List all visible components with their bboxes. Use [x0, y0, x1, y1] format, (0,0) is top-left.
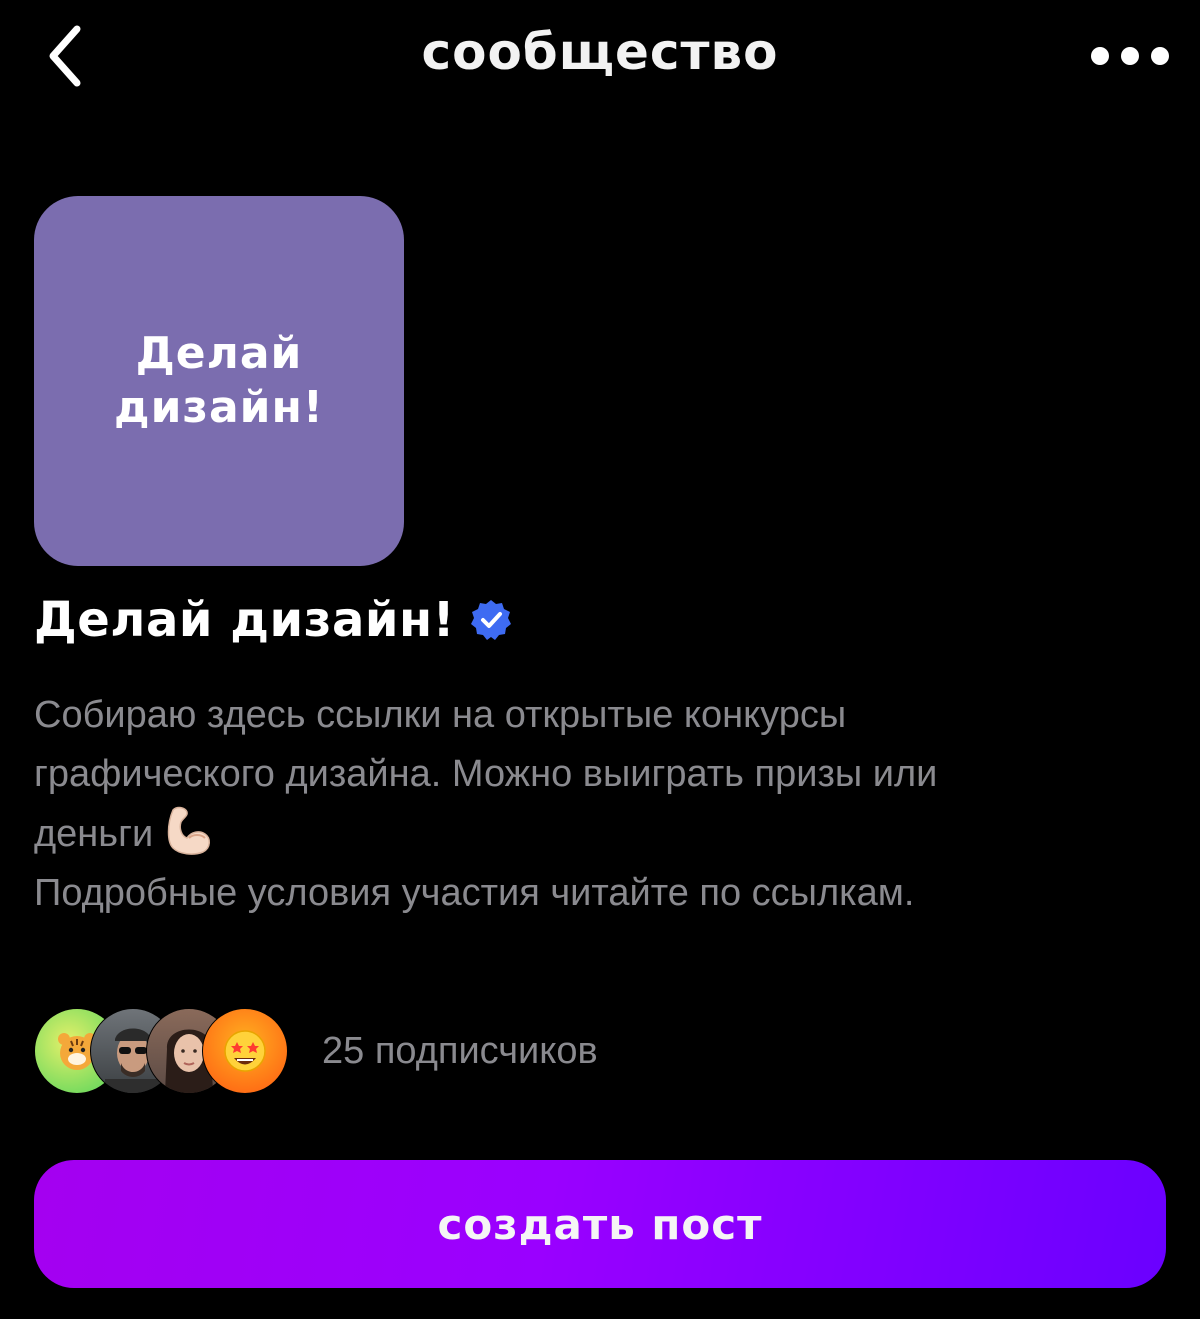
- flexed-biceps-icon: [167, 806, 211, 855]
- more-options-button[interactable]: [1080, 28, 1180, 84]
- star-struck-emoji-icon: [224, 1030, 266, 1072]
- description-line: графического дизайна. Можно выиграть при…: [34, 753, 938, 795]
- community-name: Делай дизайн!: [34, 592, 456, 648]
- description-line: Собираю здесь ссылки на открытые конкурс…: [34, 694, 847, 736]
- subscribers-row[interactable]: 25 подписчиков: [34, 1008, 598, 1094]
- community-cover-image[interactable]: Делай дизайн!: [34, 196, 404, 566]
- community-name-row: Делай дизайн!: [34, 588, 513, 652]
- cover-text-line1: Делай: [135, 328, 303, 379]
- chevron-left-icon: [49, 25, 81, 87]
- subscriber-avatars: [34, 1008, 288, 1094]
- community-description: Собираю здесь ссылки на открытые конкурс…: [34, 686, 1154, 923]
- create-post-label: создать пост: [437, 1199, 763, 1249]
- create-post-button[interactable]: создать пост: [34, 1160, 1166, 1288]
- description-line: Подробные условия участия читайте по ссы…: [34, 872, 915, 914]
- description-line: деньги: [34, 813, 154, 855]
- top-bar: сообщество: [0, 0, 1200, 110]
- star-eyes-emoji-avatar: [202, 1008, 288, 1094]
- description-line-with-emoji: деньги: [34, 804, 1154, 864]
- page-title: сообщество: [421, 23, 779, 81]
- subscribers-count[interactable]: 25 подписчиков: [322, 1030, 598, 1073]
- more-dots-icon: [1091, 47, 1169, 65]
- back-button[interactable]: [30, 18, 100, 94]
- verified-badge-icon: [471, 600, 512, 640]
- cover-text-line2: дизайн!: [114, 382, 324, 433]
